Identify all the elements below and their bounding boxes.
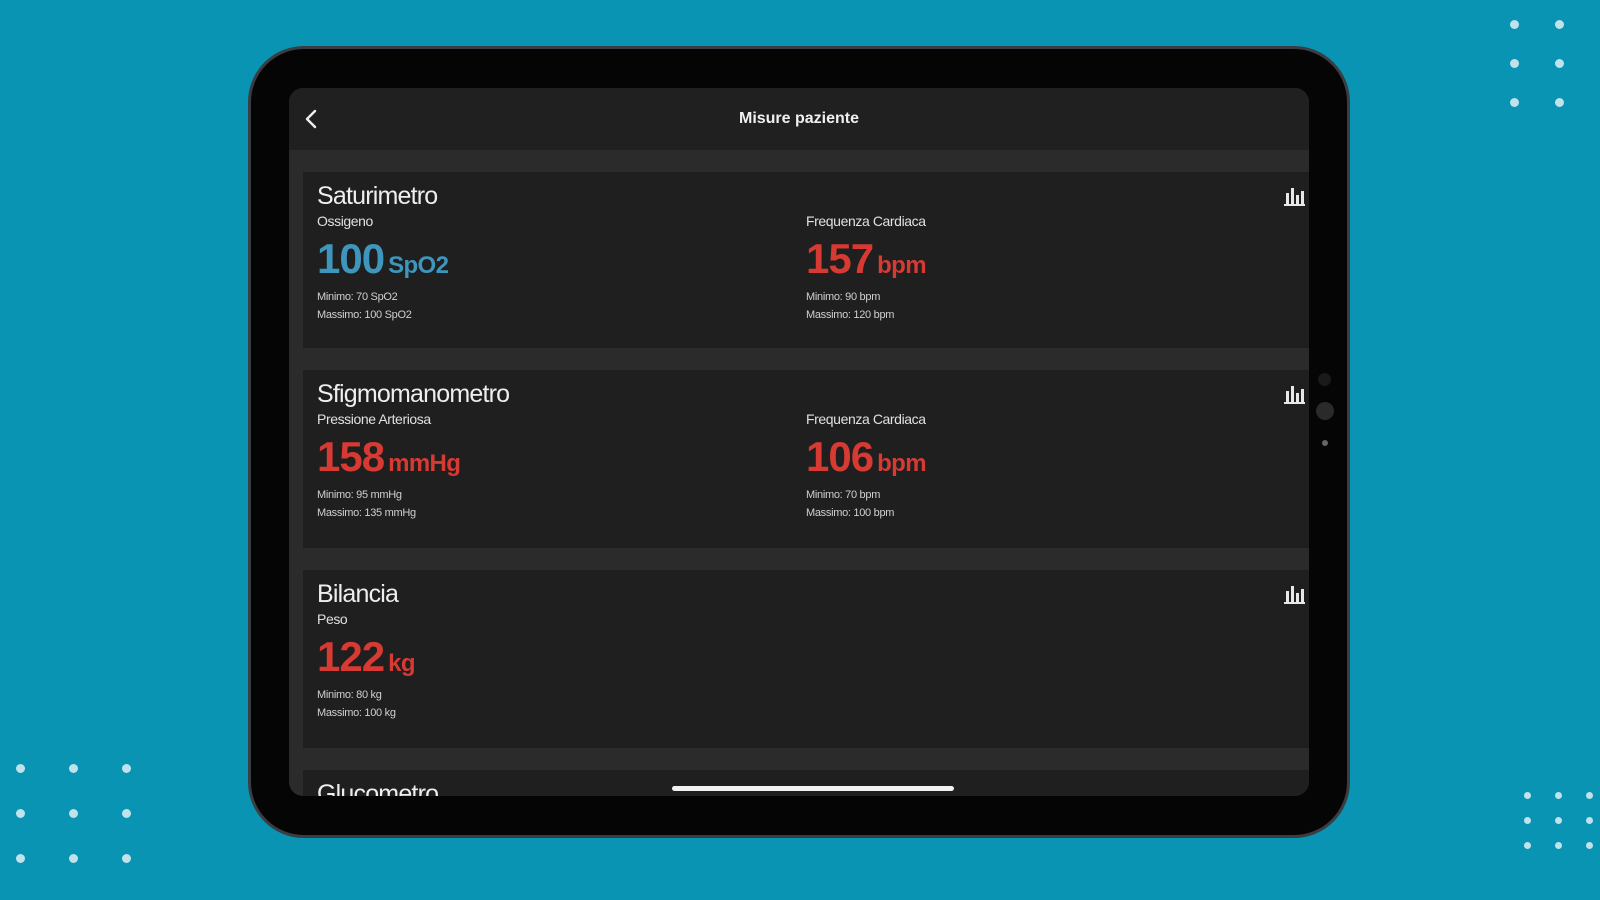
dot bbox=[69, 764, 78, 773]
reading-value: 157 bbox=[806, 235, 874, 282]
reading-unit: bpm bbox=[877, 252, 926, 279]
dot bbox=[1524, 842, 1531, 849]
home-indicator[interactable] bbox=[672, 786, 954, 791]
dot bbox=[16, 809, 25, 818]
measure-columns: Peso 122 kg Minimo: 80 kg Massimo: 100 k… bbox=[317, 611, 1295, 722]
reading-unit: mmHg bbox=[388, 450, 461, 477]
range-min: Minimo: 70 SpO2 bbox=[317, 291, 398, 303]
measurement-list[interactable]: Saturimetro Ossigeno 100 SpO2 Minimo: 70… bbox=[289, 150, 1309, 796]
dot bbox=[1586, 792, 1593, 799]
page-title: Misure paziente bbox=[738, 110, 860, 127]
dot bbox=[1524, 792, 1531, 799]
reading: 157 bpm bbox=[806, 235, 1295, 285]
reading-unit: SpO2 bbox=[388, 252, 449, 279]
measure-oxygen: Ossigeno 100 SpO2 Minimo: 70 SpO2 Massim… bbox=[317, 213, 806, 324]
dot bbox=[1555, 59, 1564, 68]
measure-heart-rate: Frequenza Cardiaca 157 bpm Minimo: 90 bp… bbox=[806, 213, 1295, 324]
bar-chart-icon[interactable] bbox=[1283, 382, 1305, 404]
dot bbox=[1586, 842, 1593, 849]
reading-value: 158 bbox=[317, 433, 385, 480]
range-min: Minimo: 90 bpm bbox=[806, 291, 881, 303]
bar-chart-icon[interactable] bbox=[1283, 184, 1305, 206]
reading: 106 bpm bbox=[806, 433, 1295, 483]
range-max: Massimo: 100 bpm bbox=[806, 507, 895, 519]
dot bbox=[1555, 20, 1564, 29]
device-card-glucometro[interactable]: Glucometro bbox=[303, 770, 1309, 796]
measure-columns: Pressione Arteriosa 158 mmHg Minimo: 95 … bbox=[317, 411, 1295, 522]
reading-unit: bpm bbox=[877, 450, 926, 477]
reading-value: 122 bbox=[317, 633, 385, 680]
dot bbox=[1510, 59, 1519, 68]
sensor-dot bbox=[1322, 440, 1328, 446]
range-min: Minimo: 70 bpm bbox=[806, 489, 881, 501]
dot bbox=[1510, 20, 1519, 29]
range-max: Massimo: 100 SpO2 bbox=[317, 309, 412, 321]
back-button[interactable] bbox=[295, 103, 327, 135]
device-card-bilancia[interactable]: Bilancia Peso 122 kg Minimo: 80 kg Massi… bbox=[303, 570, 1309, 748]
camera-dot bbox=[1318, 373, 1331, 386]
device-name: Saturimetro bbox=[317, 182, 438, 210]
dot bbox=[1555, 98, 1564, 107]
decorative-dots-bottom-left bbox=[16, 764, 131, 863]
range-min: Minimo: 80 kg bbox=[317, 689, 382, 701]
reading-unit: kg bbox=[388, 650, 415, 677]
dot bbox=[1586, 817, 1593, 824]
reading: 100 SpO2 bbox=[317, 235, 806, 285]
app-bar: Misure paziente bbox=[289, 88, 1309, 150]
device-card-saturimetro[interactable]: Saturimetro Ossigeno 100 SpO2 Minimo: 70… bbox=[303, 172, 1309, 348]
dot bbox=[1524, 817, 1531, 824]
range-max: Massimo: 135 mmHg bbox=[317, 507, 416, 519]
dot bbox=[1555, 842, 1562, 849]
measure-label: Peso bbox=[317, 611, 348, 627]
reading: 158 mmHg bbox=[317, 433, 806, 483]
dot bbox=[69, 809, 78, 818]
dot bbox=[16, 764, 25, 773]
measure-label: Pressione Arteriosa bbox=[317, 411, 431, 427]
reading: 122 kg bbox=[317, 633, 813, 683]
decorative-dots-top-right bbox=[1510, 20, 1564, 107]
measure-label: Frequenza Cardiaca bbox=[806, 411, 926, 427]
measure-columns: Ossigeno 100 SpO2 Minimo: 70 SpO2 Massim… bbox=[317, 213, 1295, 324]
range-max: Massimo: 120 bpm bbox=[806, 309, 895, 321]
reading-value: 106 bbox=[806, 433, 874, 480]
reading-value: 100 bbox=[317, 235, 385, 282]
dot bbox=[1510, 98, 1519, 107]
measure-label: Ossigeno bbox=[317, 213, 373, 229]
device-name: Sfigmomanometro bbox=[317, 380, 510, 408]
device-card-sfigmomanometro[interactable]: Sfigmomanometro Pressione Arteriosa 158 … bbox=[303, 370, 1309, 548]
dot bbox=[1555, 792, 1562, 799]
measure-heart-rate: Frequenza Cardiaca 106 bpm Minimo: 70 bp… bbox=[806, 411, 1295, 522]
measure-label: Frequenza Cardiaca bbox=[806, 213, 926, 229]
dot bbox=[69, 854, 78, 863]
chevron-left-icon bbox=[305, 109, 317, 129]
bar-chart-icon[interactable] bbox=[1283, 582, 1305, 604]
decorative-dots-bottom-right bbox=[1524, 792, 1593, 849]
device-name: Bilancia bbox=[317, 580, 399, 608]
dot bbox=[16, 854, 25, 863]
range-min: Minimo: 95 mmHg bbox=[317, 489, 402, 501]
range-max: Massimo: 100 kg bbox=[317, 707, 396, 719]
dot bbox=[122, 764, 131, 773]
measure-blood-pressure: Pressione Arteriosa 158 mmHg Minimo: 95 … bbox=[317, 411, 806, 522]
dot bbox=[122, 854, 131, 863]
measure-weight: Peso 122 kg Minimo: 80 kg Massimo: 100 k… bbox=[317, 611, 813, 722]
dot bbox=[122, 809, 131, 818]
dot bbox=[1555, 817, 1562, 824]
camera-lens bbox=[1316, 402, 1334, 420]
app-screen: Misure paziente Saturimetro Ossigeno 100… bbox=[289, 88, 1309, 796]
